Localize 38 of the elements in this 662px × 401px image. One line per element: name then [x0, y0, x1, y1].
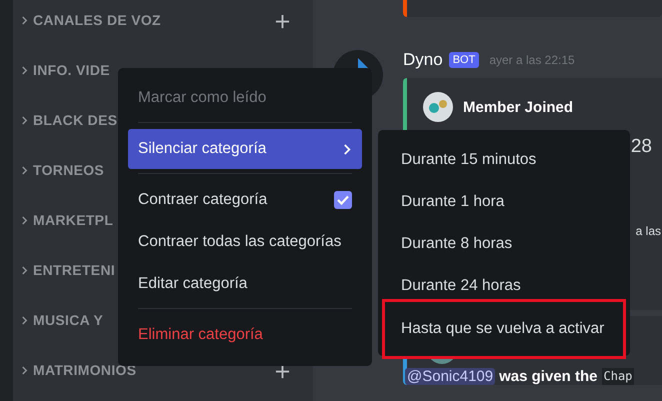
- menu-item[interactable]: Editar categoría: [128, 264, 362, 304]
- user-mention[interactable]: @Sonic4109: [405, 368, 496, 385]
- inline-code: Chap: [602, 368, 634, 385]
- chevron-icon: [343, 142, 352, 156]
- author-name[interactable]: Dyno: [403, 50, 443, 70]
- menu-item[interactable]: Eliminar categoría: [128, 315, 362, 355]
- chevron-icon: [21, 316, 28, 325]
- category-name[interactable]: MUSICA Y: [33, 312, 104, 328]
- menu-item[interactable]: Silenciar categoría: [128, 129, 362, 169]
- category-name[interactable]: CANALES DE VOZ: [33, 12, 161, 28]
- embed-text: was given the: [499, 368, 598, 385]
- menu-item[interactable]: Durante 1 hora: [382, 181, 626, 223]
- menu-item[interactable]: Contraer todas las categorías: [128, 222, 362, 262]
- category-name[interactable]: MARKETPL: [33, 212, 114, 228]
- category-name[interactable]: BLACK DES: [33, 112, 118, 128]
- chevron-icon: [21, 216, 28, 225]
- menu-item[interactable]: Durante 15 minutos: [382, 139, 626, 181]
- category-name[interactable]: INFO. VIDE: [33, 62, 110, 78]
- checkbox[interactable]: [334, 191, 352, 209]
- embed-title: Member Joined: [463, 98, 574, 116]
- chevron-icon: [21, 166, 28, 175]
- chevron-icon: [21, 116, 28, 125]
- embed-text: 28: [630, 136, 652, 157]
- chevron-icon: [21, 66, 28, 75]
- menu-item[interactable]: Durante 8 horas: [382, 223, 626, 265]
- chevron-icon: [21, 266, 28, 275]
- category-name[interactable]: TORNEOS: [33, 162, 104, 178]
- embed-text: a las: [636, 224, 661, 238]
- bot-tag: BOT: [448, 52, 480, 68]
- author-avatar: [423, 92, 453, 122]
- add-channel-icon[interactable]: [275, 14, 290, 29]
- category-name[interactable]: ENTRETENI: [33, 262, 116, 278]
- chevron-icon: [21, 16, 28, 25]
- category-name[interactable]: MATRIMONIOS: [33, 362, 136, 378]
- add-channel-icon[interactable]: [275, 364, 290, 379]
- menu-item[interactable]: Contraer categoría: [128, 180, 362, 220]
- chevron-icon: [21, 366, 28, 375]
- timestamp: ayer a las 22:15: [489, 53, 575, 67]
